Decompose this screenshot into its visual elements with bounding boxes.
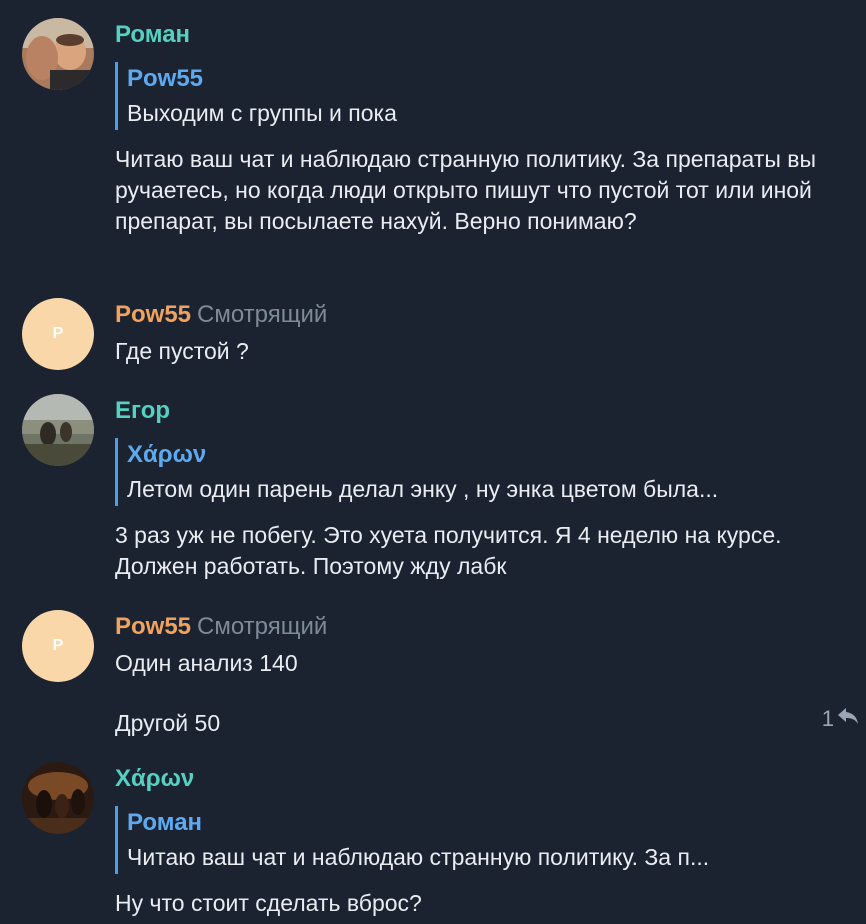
reply-snippet: Читаю ваш чат и наблюдаю странную полити… xyxy=(127,844,710,870)
sender-name[interactable]: Роман xyxy=(115,20,190,50)
message-text: Где пустой ? xyxy=(115,338,249,364)
reply-count: 1 xyxy=(821,706,834,731)
avatar-pow55[interactable]: P xyxy=(22,610,94,682)
sender-name[interactable]: Pow55 Смотрящий xyxy=(115,300,327,330)
message-text: Ну что стоит сделать вброс? xyxy=(115,890,422,916)
reply-snippet: Выходим с группы и пока xyxy=(127,100,397,126)
sender-name[interactable]: Χάρων xyxy=(115,764,194,794)
sender-role-badge: Смотрящий xyxy=(197,301,328,328)
message-text: Один анализ 140 xyxy=(115,650,298,676)
sender-name-text[interactable]: Pow55 xyxy=(115,301,191,328)
sender-name-text[interactable]: Χάρων xyxy=(115,765,194,792)
sender-name[interactable]: Егор xyxy=(115,396,170,426)
avatar-charon-photo xyxy=(22,762,94,834)
message-text: Читаю ваш чат и наблюдаю странную полити… xyxy=(115,146,817,234)
avatar-letter: P xyxy=(52,637,64,654)
avatar-letter: P xyxy=(52,325,64,342)
reply-count-badge[interactable]: 1 xyxy=(822,706,860,732)
sender-name-text[interactable]: Егор xyxy=(115,397,170,424)
reply-snippet: Летом один парень делал энку , ну энка ц… xyxy=(127,476,719,502)
avatar-roman[interactable] xyxy=(22,18,94,90)
reply-author: Χάρων xyxy=(127,441,207,468)
sender-role-badge: Смотрящий xyxy=(197,613,328,640)
avatar-egor-photo xyxy=(22,394,94,466)
sender-name[interactable]: Pow55 Смотрящий xyxy=(115,612,327,642)
sender-name-text[interactable]: Роман xyxy=(115,21,190,48)
reply-preview[interactable]: Pow55 Выходим с группы и пока xyxy=(115,62,842,130)
reply-author: Pow55 xyxy=(127,65,204,92)
avatar-egor[interactable] xyxy=(22,394,94,466)
message-text: Другой 50 xyxy=(115,710,221,736)
reply-author: Роман xyxy=(127,809,203,836)
message-text: 3 раз уж не побегу. Это хуета получится.… xyxy=(115,522,782,579)
sender-name-text[interactable]: Pow55 xyxy=(115,613,191,640)
reply-preview[interactable]: Роман Читаю ваш чат и наблюдаю странную … xyxy=(115,806,842,874)
reply-arrow-icon xyxy=(836,706,860,732)
avatar-pow55[interactable]: P xyxy=(22,298,94,370)
avatar-charon[interactable] xyxy=(22,762,94,834)
reply-preview[interactable]: Χάρων Летом один парень делал энку , ну … xyxy=(115,438,842,506)
avatar-roman-photo xyxy=(22,18,94,90)
